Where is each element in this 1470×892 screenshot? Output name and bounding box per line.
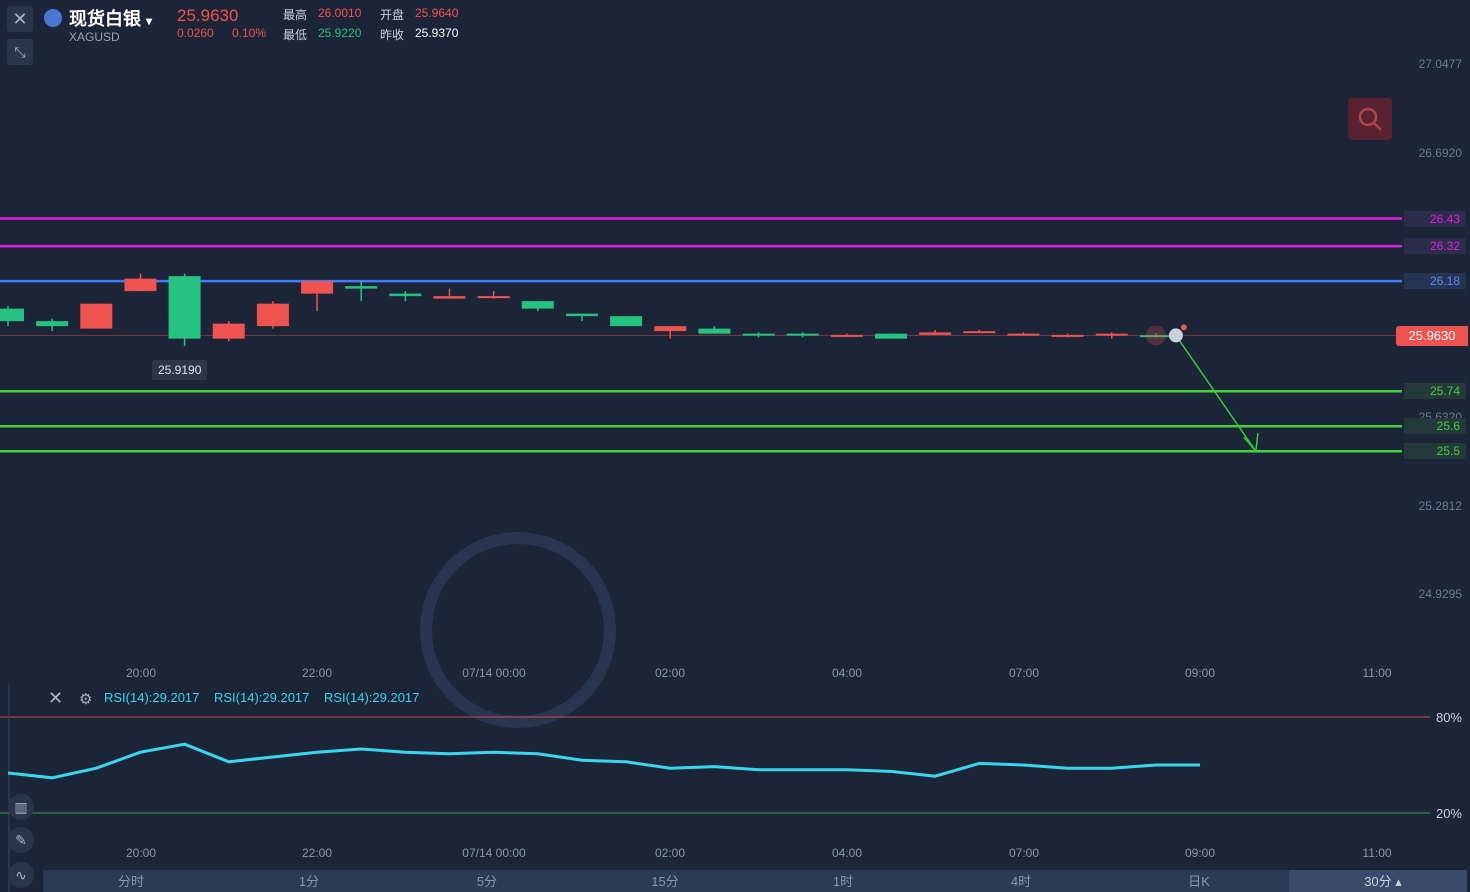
high-value: 26.0010	[318, 6, 362, 20]
level-tag-support: 25.5	[1404, 443, 1466, 460]
level-tag-support: 25.6	[1404, 418, 1466, 435]
candle-body	[80, 303, 113, 329]
candle-body	[875, 333, 907, 339]
instrument-title[interactable]: 现货白银 ▾	[69, 5, 152, 31]
low-price-tooltip: 25.9190	[152, 360, 208, 380]
rsi-x-tick: 04:00	[831, 846, 863, 860]
x-tick: 02:00	[654, 666, 686, 680]
rsi-label: RSI(14):29.2017	[104, 690, 200, 705]
x-tick: 20:00	[125, 666, 157, 680]
main-chart-svg	[0, 217, 1430, 892]
rsi-x-tick: 11:00	[1362, 846, 1392, 860]
prev-close-value: 25.9370	[415, 26, 459, 40]
tab-timeframe[interactable]: 15分	[651, 871, 678, 890]
candle-body	[256, 303, 289, 327]
candle-body	[963, 331, 996, 334]
x-tick: 09:00	[1184, 666, 1216, 680]
candle-body	[919, 332, 952, 335]
forecast-arrow	[1175, 334, 1257, 452]
candle-body	[654, 326, 687, 332]
x-tick: 07/14 00:00	[462, 666, 526, 680]
settings-icon[interactable]: ⚙	[79, 690, 92, 708]
candle-body	[36, 321, 69, 327]
level-tag-pivot: 26.18	[1404, 273, 1466, 290]
indicator-icon[interactable]: ▥	[8, 794, 34, 820]
rsi-label: RSI(14):29.2017	[214, 690, 310, 705]
alert-dot	[1180, 324, 1187, 331]
rsi-x-tick: 20:00	[125, 846, 157, 860]
open-value: 25.9640	[415, 6, 459, 20]
candle-body	[477, 296, 510, 299]
y-tick: 26.6920	[1418, 146, 1462, 160]
y-tick: 24.9295	[1418, 587, 1462, 601]
x-tick: 07:00	[1008, 666, 1040, 680]
collapse-icon[interactable]: ⤡	[7, 39, 33, 65]
search-icon[interactable]	[1348, 98, 1392, 140]
candle-body	[0, 308, 24, 322]
close-icon[interactable]: ✕	[7, 6, 33, 32]
last-price: 25.9630	[177, 6, 239, 25]
rsi-x-tick: 07:00	[1008, 846, 1040, 860]
rsi-label: RSI(14):29.2017	[324, 690, 420, 705]
x-tick: 11:00	[1362, 666, 1392, 680]
rsi-x-tick: 02:00	[654, 846, 686, 860]
high-label: 最高	[283, 8, 308, 22]
tab-timeframe[interactable]: 5分	[477, 871, 497, 890]
pencil-icon[interactable]: ✎	[8, 827, 34, 853]
tab-timeframe[interactable]: 分时	[118, 871, 144, 890]
tab-timeframe[interactable]: 4时	[1011, 871, 1031, 890]
tab-timeframe[interactable]: 1时	[833, 871, 853, 890]
level-tag-resistance: 26.32	[1404, 238, 1466, 255]
candle-body	[610, 316, 643, 327]
candle-body	[1095, 333, 1128, 336]
candle-body	[124, 278, 157, 292]
change-percent: 0.10%	[232, 26, 267, 40]
candle-body	[786, 333, 819, 336]
candle-body	[301, 281, 334, 294]
candle-body	[1007, 333, 1040, 336]
line-chart-icon[interactable]: ∿	[8, 862, 34, 888]
candle-body	[433, 296, 466, 299]
timeframe-bar	[43, 870, 1467, 892]
change-value: 0.0260	[177, 26, 214, 40]
candle-body	[742, 333, 775, 336]
rsi-x-tick: 07/14 00:00	[462, 846, 526, 860]
rsi-lower-label: 20%	[1435, 806, 1462, 821]
candle-body	[168, 276, 201, 339]
y-tick: 27.0477	[1418, 57, 1462, 71]
info-icon	[1168, 328, 1183, 343]
chart-stage	[0, 0, 1470, 892]
y-tick: 25.2812	[1418, 499, 1462, 513]
instrument-symbol: XAGUSD	[69, 30, 120, 44]
x-tick: 22:00	[301, 666, 333, 680]
close-rsi-icon[interactable]: ✕	[48, 688, 63, 709]
rsi-x-tick: 09:00	[1184, 846, 1216, 860]
level-tag-resistance: 26.43	[1404, 210, 1466, 227]
silver-icon	[44, 9, 62, 27]
tab-timeframe[interactable]: 1分	[299, 871, 319, 890]
candle-body	[345, 286, 378, 289]
watermark-logo	[420, 532, 616, 728]
level-tag-support: 25.74	[1404, 383, 1466, 400]
rsi-x-tick: 22:00	[301, 846, 333, 860]
rsi-line	[7, 742, 1201, 780]
candle-body	[698, 328, 731, 334]
candle-body	[521, 301, 554, 309]
x-tick: 04:00	[831, 666, 863, 680]
tab-timeframe[interactable]: 日K	[1188, 871, 1210, 890]
open-label: 开盘	[380, 8, 405, 22]
prev-close-label: 昨收	[380, 28, 405, 42]
candle-body	[830, 334, 863, 337]
candle-body	[212, 323, 245, 339]
tab-timeframe-active[interactable]: 30分 ▴	[1364, 871, 1402, 890]
low-label: 最低	[283, 28, 308, 42]
candle-body	[565, 313, 598, 317]
pulse-dot	[1145, 325, 1166, 346]
candle-body	[1051, 334, 1084, 337]
low-value: 25.9220	[318, 26, 362, 40]
rsi-upper-label: 80%	[1435, 710, 1462, 725]
current-price-tag: 25.9630	[1396, 326, 1468, 346]
candle-body	[389, 293, 422, 297]
